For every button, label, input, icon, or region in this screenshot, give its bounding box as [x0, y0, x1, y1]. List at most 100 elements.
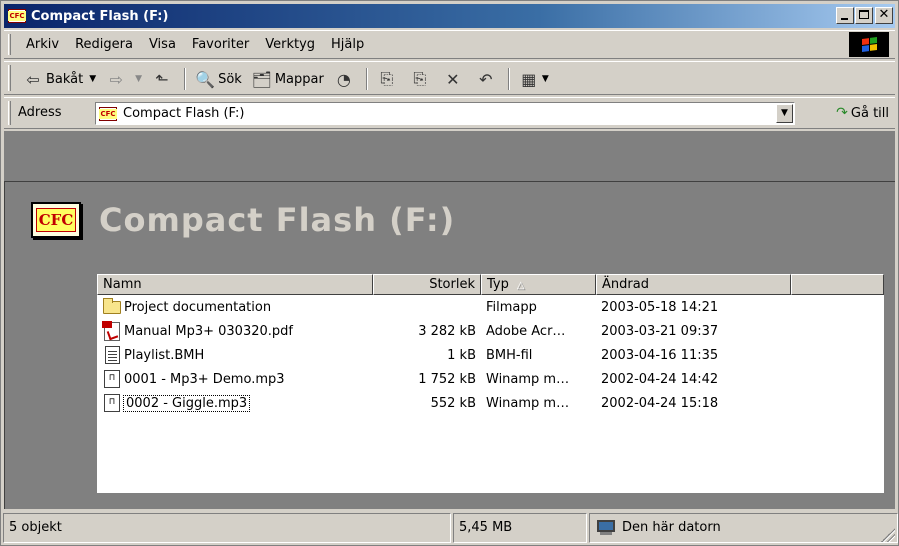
undo-button[interactable]: ↶ [471, 67, 504, 91]
close-icon: ✕ [878, 7, 890, 22]
views-icon: ▦ [521, 69, 537, 89]
folder-icon-text: CFC [35, 208, 77, 232]
folder-title: Compact Flash (F:) [99, 201, 456, 239]
file-date: 2002-04-24 14:42 [601, 371, 719, 387]
forward-dropdown-icon[interactable]: ▼ [135, 74, 142, 84]
maximize-button[interactable] [855, 7, 873, 24]
audio-file-icon: ⊓ [104, 394, 120, 412]
file-name: 0001 - Mp3+ Demo.mp3 [124, 371, 285, 387]
back-dropdown-icon[interactable]: ▼ [89, 74, 96, 84]
file-type: Filmapp [486, 299, 537, 315]
file-size: 1 752 kB [418, 371, 476, 387]
column-header-size[interactable]: Storlek [373, 274, 481, 295]
copy-to-icon: ⎘ [413, 69, 427, 88]
toolbar-separator [184, 68, 187, 90]
delete-button[interactable]: ✕ [438, 67, 471, 91]
back-arrow-icon: ⇦ [26, 69, 40, 89]
column-header-type[interactable]: Typ △ [481, 274, 596, 295]
copy-to-button[interactable]: ⎘ [405, 67, 438, 91]
address-label: Adress [18, 105, 62, 120]
views-dropdown-icon[interactable]: ▼ [542, 74, 549, 84]
file-size: 1 kB [447, 347, 476, 363]
standard-toolbar: ⇦ Bakåt ▼ ⇨ ▼ ⬑ 🔍 Sök 🗂 Mappar ◔ ⎘ ⎘ ✕ ↶… [4, 61, 895, 95]
sort-ascending-icon: △ [516, 280, 525, 291]
delete-icon: ✕ [446, 69, 460, 89]
my-computer-icon [595, 520, 617, 536]
status-object-count: 5 objekt [3, 513, 451, 543]
file-name: 0002 - Giggle.mp3 [122, 394, 251, 412]
list-item[interactable]: Project documentation Filmapp 2003-05-18… [97, 295, 884, 319]
column-header-date[interactable]: Ändrad [596, 274, 791, 295]
move-to-button[interactable]: ⎘ [372, 67, 405, 91]
undo-icon: ↶ [479, 69, 493, 89]
go-button[interactable]: ↷ Gå till [836, 105, 889, 121]
folders-button[interactable]: 🗂 Mappar [247, 67, 329, 91]
menu-items: Arkiv Redigera Visa Favoriter Verktyg Hj… [18, 36, 372, 54]
status-zone: Den här datorn [589, 513, 898, 543]
title-bar[interactable]: CFC Compact Flash (F:) ✕ [4, 4, 895, 28]
status-bar: 5 objekt 5,45 MB Den här datorn [1, 513, 898, 545]
text-file-icon [104, 346, 120, 364]
go-arrow-icon: ↷ [836, 105, 848, 121]
resize-grip[interactable] [881, 528, 895, 542]
window-controls: ✕ [835, 7, 893, 24]
address-value: Compact Flash (F:) [123, 106, 245, 121]
forward-arrow-icon: ⇨ [109, 69, 123, 89]
menu-visa[interactable]: Visa [141, 36, 184, 54]
search-label: Sök [218, 71, 242, 87]
minimize-icon [841, 18, 848, 20]
list-item[interactable]: Manual Mp3+ 030320.pdf 3 282 kB Adobe Ac… [97, 319, 884, 343]
folder-icon [103, 297, 121, 314]
up-folder-button[interactable]: ⬑ [147, 67, 180, 91]
minimize-button[interactable] [836, 7, 854, 24]
list-item[interactable]: Playlist.BMH 1 kB BMH-fil 2003-04-16 11:… [97, 343, 884, 367]
menu-verktyg[interactable]: Verktyg [257, 36, 323, 54]
search-icon: 🔍 [195, 69, 216, 89]
address-grip[interactable] [8, 101, 11, 125]
close-button[interactable]: ✕ [875, 7, 893, 24]
forward-button[interactable]: ⇨ ▼ [101, 67, 147, 91]
file-name: Playlist.BMH [124, 347, 205, 363]
menu-grip[interactable] [8, 34, 11, 55]
file-list[interactable]: Namn Storlek Typ △ Ändrad Project documen… [97, 274, 884, 493]
move-to-icon: ⎘ [380, 69, 394, 88]
up-folder-icon: ⬑ [155, 69, 169, 89]
status-zone-label: Den här datorn [622, 520, 721, 535]
views-button[interactable]: ▦ ▼ [514, 67, 554, 91]
search-button[interactable]: 🔍 Sök [190, 67, 247, 91]
menu-favoriter[interactable]: Favoriter [184, 36, 257, 54]
menu-hjalp[interactable]: Hjälp [323, 36, 372, 54]
explorer-window: CFC Compact Flash (F:) ✕ Arkiv Redigera … [0, 0, 899, 546]
address-bar: Adress CFC Compact Flash (F:) ▼ ↷ Gå til… [4, 97, 895, 129]
file-date: 2003-04-16 11:35 [601, 347, 719, 363]
file-type: Winamp m… [486, 371, 570, 387]
menu-redigera[interactable]: Redigera [67, 36, 141, 54]
maximize-icon [859, 10, 869, 19]
column-header-name[interactable]: Namn [97, 274, 373, 295]
window-title: Compact Flash (F:) [31, 8, 169, 24]
audio-file-icon: ⊓ [104, 370, 120, 388]
file-size: 3 282 kB [418, 323, 476, 339]
address-icon-text: CFC [99, 108, 117, 119]
menu-bar: Arkiv Redigera Visa Favoriter Verktyg Hj… [4, 30, 895, 59]
column-headers: Namn Storlek Typ △ Ändrad [97, 274, 884, 295]
file-name: Project documentation [124, 299, 272, 315]
toolbar-items: ⇦ Bakåt ▼ ⇨ ▼ ⬑ 🔍 Sök 🗂 Mappar ◔ ⎘ ⎘ ✕ ↶… [18, 66, 554, 92]
windows-logo-icon [849, 32, 889, 57]
list-item[interactable]: ⊓ 0001 - Mp3+ Demo.mp3 1 752 kB Winamp m…… [97, 367, 884, 391]
file-type: Adobe Acr… [486, 323, 566, 339]
toolbar-grip[interactable] [8, 65, 11, 91]
file-type: Winamp m… [486, 395, 570, 411]
column-header-empty [791, 274, 884, 295]
menu-arkiv[interactable]: Arkiv [18, 36, 67, 54]
compact-flash-icon[interactable]: CFC [8, 9, 26, 23]
address-input[interactable]: CFC Compact Flash (F:) ▼ [95, 102, 795, 125]
list-item[interactable]: ⊓ 0002 - Giggle.mp3 552 kB Winamp m… 2002… [97, 391, 884, 415]
title-icon-text: CFC [8, 11, 26, 21]
address-dropdown-button[interactable]: ▼ [776, 104, 793, 123]
back-button[interactable]: ⇦ Bakåt ▼ [18, 67, 101, 91]
pdf-icon [102, 321, 120, 341]
back-label: Bakåt [46, 71, 84, 87]
file-size: 552 kB [430, 395, 476, 411]
history-button[interactable]: ◔ [329, 67, 362, 91]
